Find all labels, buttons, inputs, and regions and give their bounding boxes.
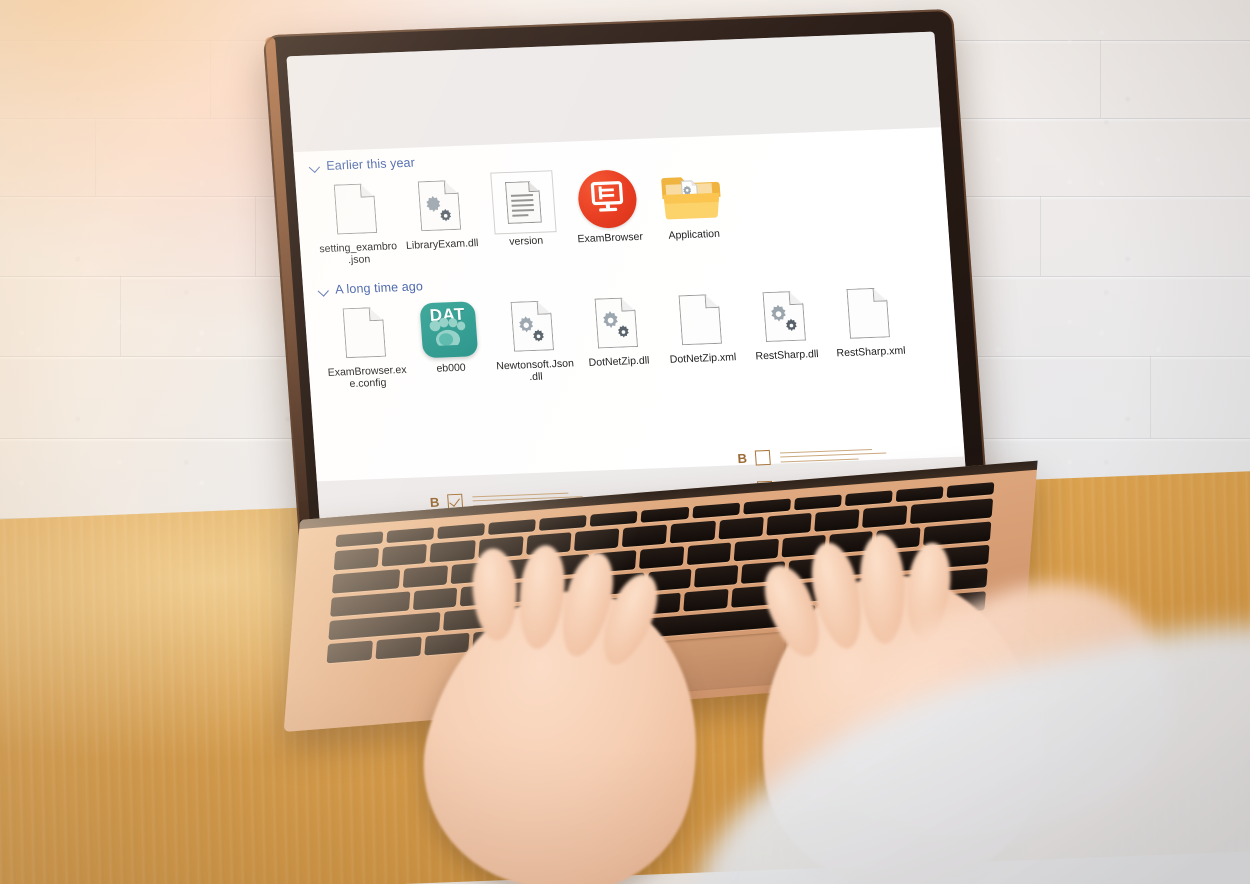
chevron-down-icon[interactable] (319, 285, 330, 295)
file-item[interactable]: LibraryExam.dll (395, 173, 484, 253)
file-name-label: LibraryExam.dll (405, 237, 479, 252)
answer-text-lines (779, 448, 887, 463)
dll-gears-file-icon (499, 294, 565, 358)
file-group-a-long-time-ago: A long time ago ExamBrowser.exe.config D… (319, 261, 915, 391)
file-group-earlier-this-year: Earlier this year setting_exambro.json L… (310, 143, 738, 267)
option-checkbox[interactable] (754, 449, 771, 466)
file-item[interactable]: DotNetZip.xml (656, 287, 745, 367)
file-item-selected[interactable]: version (479, 170, 568, 250)
file-name-label: DotNetZip.dll (588, 354, 650, 369)
file-explorer-pane: Earlier this year setting_exambro.json L… (293, 127, 965, 482)
file-item[interactable]: Newtonsoft.Json.dll (488, 294, 578, 385)
paw-print-icon (429, 317, 466, 347)
file-name-label: Newtonsoft.Json.dll (495, 357, 575, 383)
file-name-label: eb000 (436, 361, 467, 375)
file-name-label: DotNetZip.xml (669, 351, 737, 366)
group-header-label: A long time ago (334, 279, 424, 297)
group-header-label: Earlier this year (325, 155, 416, 173)
file-item[interactable]: DAT eb000 (404, 297, 493, 377)
file-item[interactable]: RestSharp.xml (824, 281, 913, 361)
file-item[interactable]: ExamBrowser (563, 167, 652, 247)
file-name-label: Application (668, 227, 721, 242)
blank-file-icon (331, 300, 397, 364)
file-name-label: version (508, 234, 544, 248)
blank-file-icon (835, 281, 901, 345)
text-document-icon (490, 170, 557, 235)
file-name-label: RestSharp.xml (836, 344, 906, 360)
exambrowser-app-icon (574, 167, 640, 231)
blank-file-icon (667, 287, 733, 351)
file-name-label: ExamBrowser (577, 230, 644, 246)
file-item[interactable]: RestSharp.dll (740, 284, 829, 364)
blank-file-icon (322, 177, 388, 241)
scene: Earlier this year setting_exambro.json L… (0, 0, 1250, 884)
chevron-down-icon[interactable] (310, 161, 321, 171)
option-letter: B (737, 450, 748, 467)
dll-gears-file-icon (583, 291, 649, 355)
dat-file-icon: DAT (415, 297, 481, 361)
laptop-screen: Earlier this year setting_exambro.json L… (286, 31, 969, 538)
file-item[interactable]: ExamBrowser.exe.config (320, 300, 410, 391)
monitor-icon (590, 180, 624, 212)
file-item[interactable]: setting_exambro.json (311, 176, 401, 267)
file-item[interactable]: DotNetZip.dll (572, 290, 661, 370)
option-letter: B (429, 494, 440, 510)
file-name-label: RestSharp.dll (755, 348, 819, 363)
dll-gears-file-icon (751, 284, 817, 348)
dll-gears-file-icon (406, 173, 472, 237)
folder-item[interactable]: Application (647, 163, 736, 243)
file-name-label: ExamBrowser.exe.config (327, 363, 407, 390)
file-name-label: setting_exambro.json (318, 240, 398, 266)
folder-icon (658, 164, 724, 228)
